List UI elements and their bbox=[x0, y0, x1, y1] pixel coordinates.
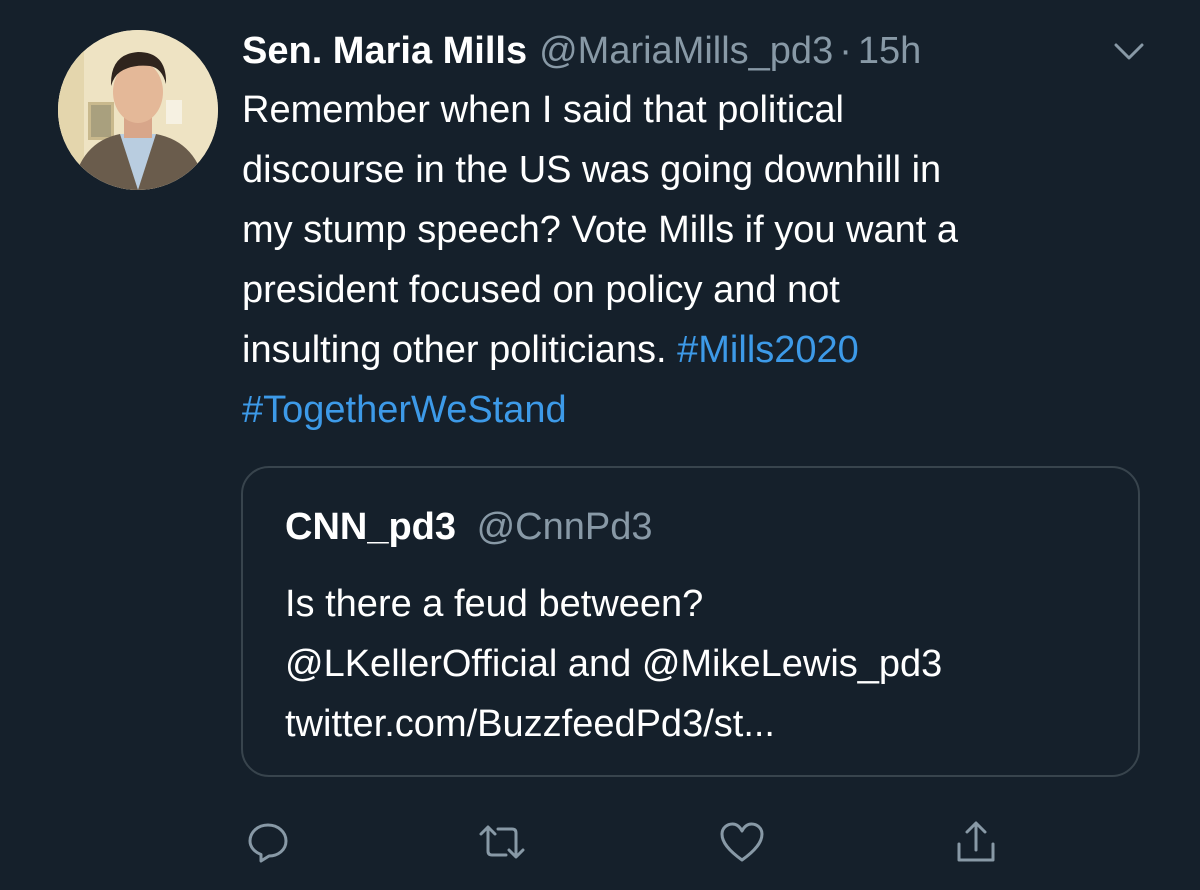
reply-button[interactable] bbox=[238, 812, 298, 872]
author-handle[interactable]: @MariaMills_pd3 bbox=[539, 26, 833, 76]
quoted-author-display-name: CNN_pd3 bbox=[285, 506, 457, 548]
heart-icon bbox=[720, 822, 764, 862]
tweet-text-line: Remember when I said that political bbox=[242, 89, 844, 131]
tweet-text-line: insulting other politicians. #Mills2020 bbox=[242, 320, 1162, 380]
tweet: Sen. Maria Mills @MariaMills_pd3 · 15h R… bbox=[0, 0, 1200, 890]
hashtag-mills2020[interactable]: #Mills2020 bbox=[677, 329, 859, 371]
quoted-tweet-card[interactable]: CNN_pd3 @CnnPd3 Is there a feud between?… bbox=[241, 466, 1140, 777]
quoted-text-line: Is there a feud between? bbox=[285, 583, 704, 625]
share-icon bbox=[957, 821, 995, 862]
quoted-author-handle: @CnnPd3 bbox=[476, 506, 653, 548]
retweet-icon bbox=[479, 825, 525, 859]
comment-icon bbox=[248, 823, 288, 863]
tweet-text-fragment: insulting other politicians. bbox=[242, 329, 667, 371]
tweet-text-line: my stump speech? Vote Mills if you want … bbox=[242, 209, 958, 251]
quoted-text-line: @LKellerOfficial and @MikeLewis_pd3 bbox=[285, 643, 943, 685]
tweet-header: Sen. Maria Mills @MariaMills_pd3 · 15h bbox=[242, 26, 921, 76]
tweet-text-line: discourse in the US was going downhill i… bbox=[242, 149, 942, 191]
quoted-tweet-text: Is there a feud between? @LKellerOfficia… bbox=[285, 574, 1125, 754]
tweet-text: Remember when I said that political disc… bbox=[242, 80, 1162, 440]
avatar[interactable] bbox=[58, 30, 218, 190]
separator-dot: · bbox=[839, 30, 852, 72]
share-button[interactable] bbox=[946, 812, 1006, 872]
like-button[interactable] bbox=[712, 812, 772, 872]
profile-photo-icon bbox=[58, 30, 218, 190]
retweet-button[interactable] bbox=[472, 812, 532, 872]
tweet-text-line: #TogetherWeStand bbox=[242, 380, 1162, 440]
chevron-down-icon[interactable] bbox=[1113, 40, 1145, 64]
tweet-text-line: president focused on policy and not bbox=[242, 269, 840, 311]
quoted-tweet-header: CNN_pd3 @CnnPd3 bbox=[285, 502, 653, 552]
hashtag-togetherwestand[interactable]: #TogetherWeStand bbox=[242, 389, 567, 431]
quoted-text-line: twitter.com/BuzzfeedPd3/st... bbox=[285, 703, 775, 745]
author-display-name[interactable]: Sen. Maria Mills bbox=[242, 26, 527, 76]
tweet-action-bar bbox=[0, 812, 1200, 872]
tweet-timestamp[interactable]: 15h bbox=[858, 26, 921, 76]
